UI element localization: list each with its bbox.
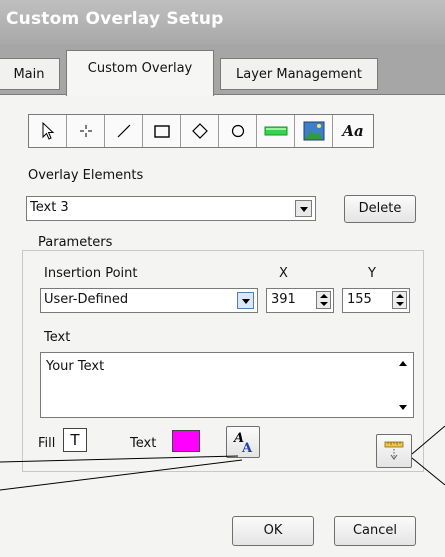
text-color-fill (173, 431, 199, 451)
text-color-label: Text (130, 436, 157, 451)
line-tool-button[interactable] (105, 115, 143, 147)
pointer-tool-button[interactable] (29, 115, 67, 147)
rectangle-icon (153, 125, 170, 138)
cancel-button-label: Cancel (352, 523, 398, 538)
window-title: Custom Overlay Setup (6, 9, 224, 29)
color-bar-icon (264, 126, 287, 136)
scroll-up-icon[interactable] (399, 361, 407, 366)
tab-layer-management-label: Layer Management (235, 67, 362, 82)
x-label: X (279, 266, 288, 281)
font-button[interactable]: A A (226, 426, 260, 458)
diamond-icon (191, 123, 208, 139)
rectangle-tool-button[interactable] (143, 115, 181, 147)
crosshair-icon (79, 125, 92, 137)
image-icon (303, 121, 324, 141)
text-color-swatch[interactable] (172, 430, 200, 452)
y-label: Y (368, 266, 376, 281)
tab-custom-overlay-label: Custom Overlay (87, 61, 193, 76)
ok-button-label: OK (263, 523, 283, 538)
y-spin-arrows-icon[interactable] (392, 291, 407, 309)
delete-button[interactable]: Delete (344, 195, 416, 223)
x-value: 391 (271, 292, 296, 307)
text-label: Text (44, 330, 71, 345)
image-tool-button[interactable] (295, 115, 333, 147)
insertion-point-value: User-Defined (44, 292, 129, 307)
insertion-point-select[interactable]: User-Defined (40, 288, 258, 313)
title-bar: Custom Overlay Setup (0, 0, 445, 44)
overlay-elements-value: Text 3 (30, 200, 69, 215)
overlay-elements-label: Overlay Elements (28, 168, 144, 183)
ok-button[interactable]: OK (232, 516, 314, 546)
parameters-title: Parameters (34, 235, 117, 250)
x-spinner[interactable]: 391 (266, 288, 334, 313)
overlay-elements-select[interactable]: Text 3 (26, 196, 316, 221)
y-spinner[interactable]: 155 (342, 288, 410, 313)
line-icon (117, 124, 130, 138)
color-bar-tool-button[interactable] (257, 115, 295, 147)
drawing-toolbar: Aa (28, 114, 374, 148)
tab-layer-management[interactable]: Layer Management (220, 58, 378, 90)
crosshair-tool-button[interactable] (67, 115, 105, 147)
fill-label: Fill (38, 436, 56, 451)
text-input-value: Your Text (46, 359, 105, 374)
fill-t-icon: T (70, 431, 80, 449)
diamond-tool-button[interactable] (181, 115, 219, 147)
chevron-down-icon[interactable] (237, 292, 254, 309)
tab-main-label: Main (13, 67, 45, 82)
ruler-button[interactable] (376, 434, 412, 468)
cancel-button[interactable]: Cancel (334, 516, 416, 546)
x-spin-arrows-icon[interactable] (316, 291, 331, 309)
ellipse-icon (231, 124, 244, 138)
y-value: 155 (347, 292, 372, 307)
pointer-icon (42, 122, 54, 140)
ruler-icon (384, 441, 404, 460)
text-tool-button[interactable]: Aa (333, 115, 373, 147)
scroll-down-icon[interactable] (399, 405, 407, 410)
chevron-down-icon[interactable] (295, 200, 312, 217)
tab-main[interactable]: Main (0, 58, 60, 90)
fill-toggle[interactable]: T (63, 428, 87, 452)
ellipse-tool-button[interactable] (219, 115, 257, 147)
tab-custom-overlay[interactable]: Custom Overlay (66, 50, 214, 96)
font-icon: A A (232, 431, 253, 455)
text-icon: Aa (342, 122, 364, 140)
insertion-point-label: Insertion Point (44, 266, 138, 281)
delete-button-label: Delete (358, 201, 402, 216)
svg-text:A: A (241, 441, 253, 455)
text-input[interactable]: Your Text (40, 352, 414, 418)
